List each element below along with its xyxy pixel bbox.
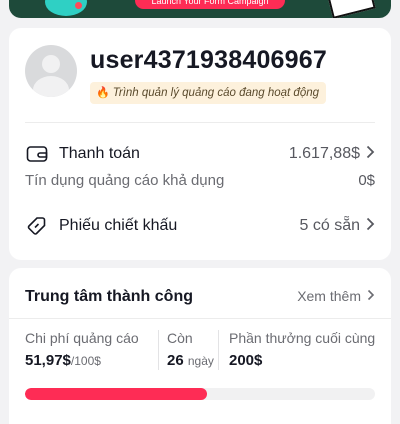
ad-spend-target: /100$ <box>70 354 101 368</box>
remaining-unit: ngày <box>187 354 214 368</box>
ad-credit-value: 0$ <box>358 171 375 189</box>
voucher-label: Phiếu chiết khấu <box>59 217 178 234</box>
spend-progress-bar <box>25 388 375 400</box>
chevron-right-icon <box>366 145 375 164</box>
banner-illustration <box>326 0 376 18</box>
ad-spend-stat: Chi phí quảng cáo 51,97$/100$ <box>25 330 139 369</box>
payment-value-wrap: 1.617,88$ <box>289 145 375 164</box>
divider <box>9 318 391 319</box>
account-panel: user4371938406967 🔥 Trình quản lý quảng … <box>9 28 391 260</box>
avatar[interactable] <box>25 45 77 97</box>
avatar-head <box>42 55 60 73</box>
see-more-label: Xem thêm <box>297 288 361 304</box>
divider <box>25 122 375 123</box>
username: user4371938406967 <box>90 46 327 74</box>
remaining-value: 26 <box>167 352 184 369</box>
status-badge: 🔥 Trình quản lý quảng cáo đang hoạt động <box>90 82 327 104</box>
status-badge-label: Trình quản lý quảng cáo đang hoạt động <box>112 87 320 99</box>
coupon-icon <box>25 214 49 238</box>
avatar-shoulders <box>33 76 69 97</box>
payment-label: Thanh toán <box>59 145 140 162</box>
voucher-value-wrap: 5 có sẵn <box>300 217 375 236</box>
remaining-value-wrap: 26 ngày <box>167 352 214 369</box>
voucher-value: 5 có sẵn <box>299 217 360 234</box>
remaining-label: Còn <box>167 330 193 346</box>
final-reward-value: 200$ <box>229 352 263 369</box>
voucher-row[interactable]: Phiếu chiết khấu 5 có sẵn <box>25 214 375 238</box>
see-more-link[interactable]: Xem thêm <box>297 288 375 304</box>
banner-decoration-dot <box>75 2 82 9</box>
spend-progress-fill <box>25 388 207 400</box>
success-center-title: Trung tâm thành công <box>25 288 193 305</box>
success-center-panel: Trung tâm thành công Xem thêm Chi phí qu… <box>9 268 391 424</box>
final-reward-stat: Phần thưởng cuối cùng 200$ <box>218 330 375 370</box>
ad-spend-label: Chi phí quảng cáo <box>25 330 139 346</box>
promo-banner[interactable]: Launch Your Form Campaign <box>9 0 391 18</box>
payment-row[interactable]: Thanh toán 1.617,88$ <box>25 142 375 166</box>
flame-icon: 🔥 <box>96 87 110 99</box>
banner-cta-button[interactable]: Launch Your Form Campaign <box>135 0 285 9</box>
ad-credit-row: Tín dụng quảng cáo khả dụng 0$ <box>25 168 375 192</box>
payment-value: 1.617,88$ <box>288 145 360 162</box>
remaining-days-stat: Còn 26 ngày <box>158 330 214 370</box>
ad-spend-value-wrap: 51,97$/100$ <box>25 352 139 369</box>
ad-spend-value: 51,97$ <box>25 352 71 369</box>
final-reward-label: Phần thưởng cuối cùng <box>229 330 376 346</box>
chevron-right-icon <box>366 217 375 236</box>
chevron-right-icon <box>367 288 375 304</box>
ad-credit-label: Tín dụng quảng cáo khả dụng <box>25 171 225 189</box>
wallet-icon <box>25 142 49 166</box>
